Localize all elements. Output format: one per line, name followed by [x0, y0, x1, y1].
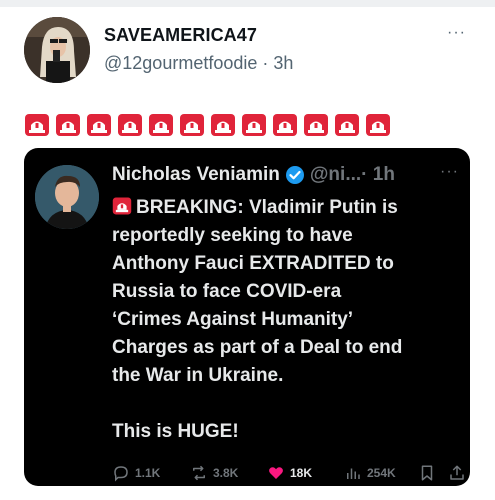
more-options-icon[interactable]: ···: [447, 24, 466, 42]
siren-icon: [148, 113, 174, 137]
repost-button[interactable]: 3.8K: [190, 464, 238, 482]
siren-icon: [86, 113, 112, 137]
siren-icon: [303, 113, 329, 137]
bookmark-button[interactable]: [418, 464, 436, 482]
top-divider: [0, 0, 495, 7]
siren-icon: [334, 113, 360, 137]
reply-icon: [114, 466, 128, 482]
text-line: reportedly seeking to have: [112, 225, 353, 246]
siren-icon: [241, 113, 267, 137]
text-line: Charges as part of a Deal to end: [112, 337, 403, 358]
verified-badge-icon: [285, 165, 305, 185]
engagement-bar: 1.1K 3.8K 18K 254K: [112, 462, 464, 484]
text-line: Anthony Fauci EXTRADITED to: [112, 253, 394, 274]
share-icon: [450, 465, 464, 480]
siren-icon: [55, 113, 81, 137]
reply-button[interactable]: 1.1K: [112, 464, 160, 482]
siren-emoji-row: [24, 113, 391, 137]
quoted-more-icon[interactable]: ···: [440, 163, 459, 181]
like-button[interactable]: 18K: [267, 464, 312, 482]
siren-icon: [365, 113, 391, 137]
views-icon: [347, 468, 360, 479]
text-line: Russia to face COVID-era: [112, 281, 342, 302]
repost-icon: [193, 465, 205, 481]
quoted-author-name[interactable]: Nicholas Veniamin: [112, 164, 280, 186]
siren-icon: [112, 196, 132, 216]
like-count: 18K: [290, 466, 313, 480]
siren-icon: [179, 113, 205, 137]
text-line: BREAKING: Vladimir Putin is: [136, 197, 398, 218]
siren-icon: [117, 113, 143, 137]
share-button[interactable]: [448, 464, 466, 482]
quoted-author-line[interactable]: Nicholas Veniamin @ni...· 1h: [112, 164, 395, 186]
author-handle-time[interactable]: @12gourmetfoodie · 3h: [104, 53, 293, 74]
repost-count: 3.8K: [213, 466, 239, 480]
quoted-tweet-card[interactable]: Nicholas Veniamin @ni...· 1h ··· BREAKIN…: [24, 148, 470, 486]
siren-icon: [24, 113, 50, 137]
text-line: the War in Ukraine.: [112, 365, 284, 386]
text-line: This is HUGE!: [112, 421, 239, 442]
quoted-handle-time: @ni...· 1h: [309, 164, 395, 185]
views-button[interactable]: 254K: [344, 464, 396, 482]
quoted-tweet-text: BREAKING: Vladimir Putin is reportedly s…: [112, 194, 462, 446]
heart-icon: [269, 467, 283, 479]
author-avatar[interactable]: [24, 17, 90, 83]
views-count: 254K: [367, 466, 396, 480]
text-line: ‘Crimes Against Humanity’: [112, 309, 354, 330]
siren-icon: [272, 113, 298, 137]
author-name[interactable]: SAVEAMERICA47: [104, 25, 257, 46]
bookmark-icon: [421, 465, 433, 481]
quoted-avatar[interactable]: [35, 165, 99, 229]
siren-icon: [210, 113, 236, 137]
reply-count: 1.1K: [135, 466, 161, 480]
